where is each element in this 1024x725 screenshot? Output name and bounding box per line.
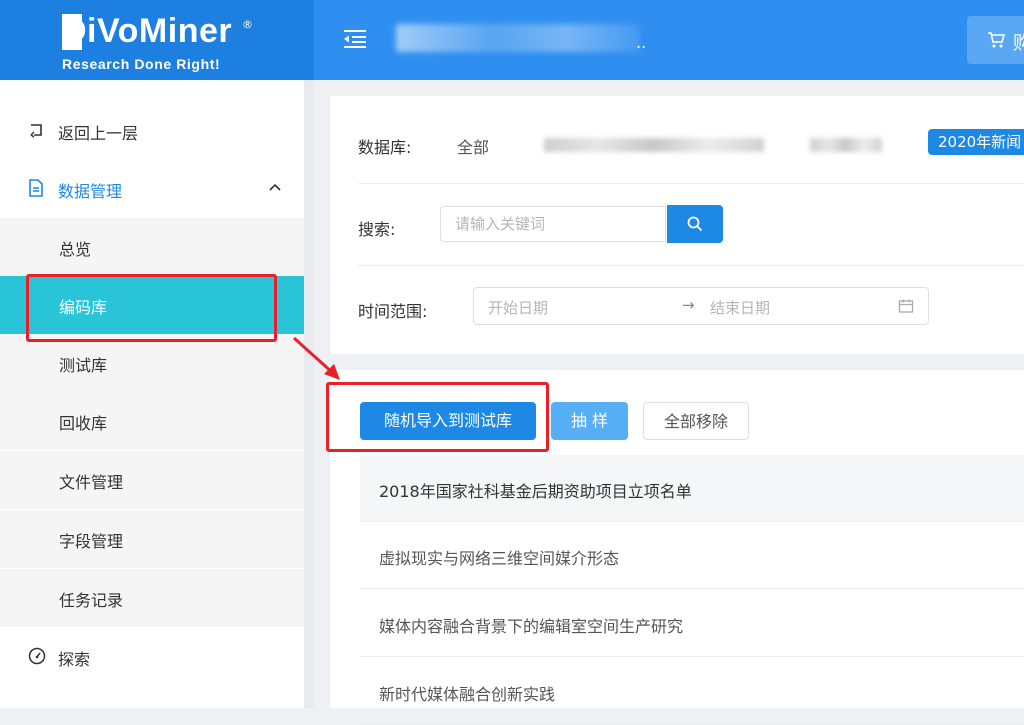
- dashboard-gauge-icon: [28, 647, 46, 665]
- sidebar-item-explore[interactable]: 探索: [0, 628, 304, 686]
- list-item-title: 媒体内容融合背景下的编辑室空间生产研究: [379, 617, 684, 636]
- sidebar: 返回上一层 数据管理 总览 编码库 测试库 回收库 文件管理 字段管理 任务记录: [0, 80, 304, 708]
- sidebar-item-recycle[interactable]: 回收库: [0, 392, 304, 450]
- list-item[interactable]: 媒体内容融合背景下的编辑室空间生产研究: [360, 590, 1024, 657]
- back-icon: [30, 124, 42, 138]
- sidebar-scrollbar[interactable]: [304, 80, 314, 708]
- logo-registered-mark: ®: [242, 18, 253, 31]
- database-label: 数据库:: [358, 138, 412, 157]
- logo-tagline: Research Done Right!: [62, 56, 221, 72]
- date-range-picker[interactable]: 开始日期 → 结束日期: [473, 287, 929, 325]
- sidebar-item-label: 总览: [59, 240, 92, 259]
- sidebar-item-label: 回收库: [59, 414, 108, 433]
- sidebar-item-label: 返回上一层: [58, 124, 139, 143]
- sidebar-item-label: 任务记录: [59, 591, 124, 610]
- calendar-icon: [898, 299, 914, 313]
- remove-all-button[interactable]: 全部移除: [643, 402, 749, 440]
- search-icon: [687, 216, 703, 232]
- sidebar-item-label: 探索: [58, 650, 91, 669]
- annotation-box-random-import: [326, 382, 549, 452]
- project-name-ellipsis: ..: [636, 33, 647, 52]
- search-button[interactable]: [667, 205, 723, 243]
- divider: [358, 265, 1024, 266]
- cart-button[interactable]: 购: [967, 16, 1024, 64]
- logo[interactable]: DiVoMiner ® Research Done Right!: [0, 0, 314, 80]
- list-item-title: 2018年国家社科基金后期资助项目立项名单: [379, 482, 692, 501]
- list-item[interactable]: 新时代媒体融合创新实践: [360, 658, 1024, 725]
- date-end-placeholder[interactable]: 结束日期: [710, 297, 770, 318]
- annotation-arrow-icon: [292, 336, 340, 380]
- logo-text: DiVoMiner: [62, 12, 233, 50]
- date-start-placeholder[interactable]: 开始日期: [488, 297, 548, 318]
- sidebar-item-label: 数据管理: [58, 182, 123, 201]
- menu-toggle-icon[interactable]: [344, 28, 368, 50]
- database-option-blurred[interactable]: [810, 138, 882, 152]
- sidebar-item-label: 文件管理: [59, 473, 124, 492]
- search-input[interactable]: [440, 206, 666, 242]
- search-label: 搜索:: [358, 220, 396, 239]
- database-option-selected[interactable]: 2020年新闻: [928, 129, 1024, 155]
- document-icon: [29, 179, 43, 197]
- sidebar-item-label: 字段管理: [59, 532, 124, 551]
- list-item-title: 新时代媒体融合创新实践: [379, 685, 556, 704]
- cart-icon: [988, 32, 1005, 48]
- sidebar-item-files[interactable]: 文件管理: [0, 451, 304, 509]
- database-option-blurred[interactable]: [544, 138, 764, 152]
- sidebar-item-back[interactable]: 返回上一层: [0, 102, 304, 160]
- annotation-box-codebase: [26, 274, 277, 342]
- sample-button[interactable]: 抽 样: [551, 402, 628, 440]
- top-header: DiVoMiner ® Research Done Right! .. 购: [0, 0, 1024, 80]
- sidebar-item-testbase[interactable]: 测试库: [0, 334, 304, 392]
- cart-label: 购: [1013, 32, 1024, 54]
- sidebar-item-overview[interactable]: 总览: [0, 218, 304, 276]
- sidebar-item-label: 测试库: [59, 356, 108, 375]
- list-item-title: 虚拟现实与网络三维空间媒介形态: [379, 549, 620, 568]
- list-item[interactable]: 虚拟现实与网络三维空间媒介形态: [360, 522, 1024, 589]
- chevron-up-icon: [269, 183, 281, 191]
- date-range-separator: →: [682, 296, 695, 314]
- sidebar-item-fields[interactable]: 字段管理: [0, 510, 304, 568]
- project-name-blurred: [396, 24, 640, 52]
- filter-panel: 数据库: 全部 2020年新闻 搜索: 时间范围: 开始日期 → 结束日期: [330, 96, 1024, 354]
- divider: [358, 183, 1024, 184]
- database-option-all[interactable]: 全部: [457, 134, 489, 158]
- time-range-label: 时间范围:: [358, 302, 428, 321]
- sidebar-item-tasks[interactable]: 任务记录: [0, 569, 304, 627]
- list-item[interactable]: 2018年国家社科基金后期资助项目立项名单: [360, 455, 1024, 522]
- sidebar-item-data-management[interactable]: 数据管理: [0, 160, 304, 218]
